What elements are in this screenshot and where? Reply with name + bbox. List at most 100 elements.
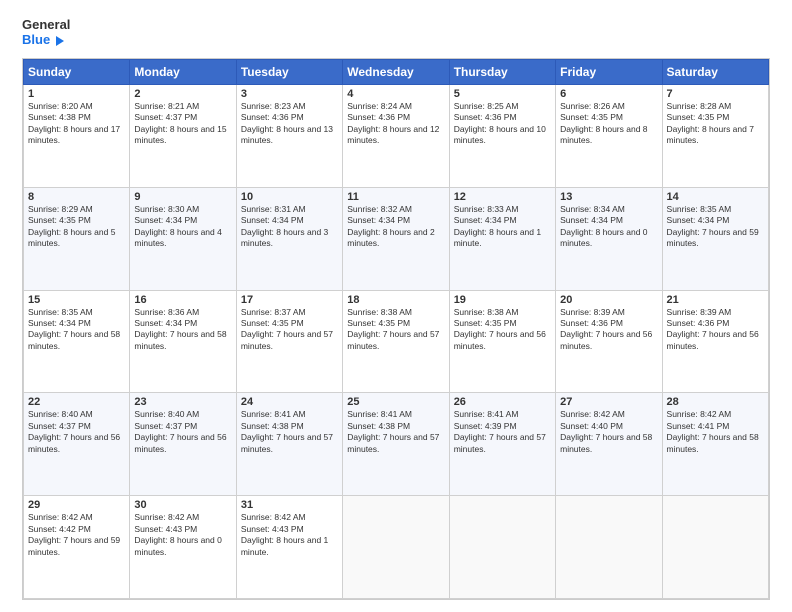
day-number: 16 — [134, 294, 231, 306]
cell-info: Sunrise: 8:21 AM Sunset: 4:37 PM Dayligh… — [134, 101, 231, 147]
cell-info: Sunrise: 8:25 AM Sunset: 4:36 PM Dayligh… — [454, 101, 551, 147]
cell-info: Sunrise: 8:37 AM Sunset: 4:35 PM Dayligh… — [241, 307, 338, 353]
day-number: 22 — [28, 396, 125, 408]
day-number: 28 — [667, 396, 764, 408]
cell-info: Sunrise: 8:41 AM Sunset: 4:38 PM Dayligh… — [241, 409, 338, 455]
day-number: 5 — [454, 88, 551, 100]
calendar-day-cell: 18 Sunrise: 8:38 AM Sunset: 4:35 PM Dayl… — [343, 290, 449, 393]
calendar-day-cell: 24 Sunrise: 8:41 AM Sunset: 4:38 PM Dayl… — [236, 393, 342, 496]
calendar-day-cell: 29 Sunrise: 8:42 AM Sunset: 4:42 PM Dayl… — [24, 496, 130, 599]
cell-info: Sunrise: 8:42 AM Sunset: 4:41 PM Dayligh… — [667, 409, 764, 455]
calendar-day-cell: 6 Sunrise: 8:26 AM Sunset: 4:35 PM Dayli… — [556, 84, 662, 187]
day-number: 20 — [560, 294, 657, 306]
day-number: 24 — [241, 396, 338, 408]
calendar-day-cell: 12 Sunrise: 8:33 AM Sunset: 4:34 PM Dayl… — [449, 187, 555, 290]
cell-info: Sunrise: 8:20 AM Sunset: 4:38 PM Dayligh… — [28, 101, 125, 147]
calendar-day-cell: 14 Sunrise: 8:35 AM Sunset: 4:34 PM Dayl… — [662, 187, 768, 290]
calendar-day-cell: 27 Sunrise: 8:42 AM Sunset: 4:40 PM Dayl… — [556, 393, 662, 496]
day-number: 29 — [28, 499, 125, 511]
calendar-day-cell: 15 Sunrise: 8:35 AM Sunset: 4:34 PM Dayl… — [24, 290, 130, 393]
day-number: 4 — [347, 88, 444, 100]
calendar-day-cell: 21 Sunrise: 8:39 AM Sunset: 4:36 PM Dayl… — [662, 290, 768, 393]
calendar-day-cell — [449, 496, 555, 599]
calendar-day-cell: 20 Sunrise: 8:39 AM Sunset: 4:36 PM Dayl… — [556, 290, 662, 393]
calendar: SundayMondayTuesdayWednesdayThursdayFrid… — [22, 58, 770, 600]
calendar-day-cell: 11 Sunrise: 8:32 AM Sunset: 4:34 PM Dayl… — [343, 187, 449, 290]
cell-info: Sunrise: 8:38 AM Sunset: 4:35 PM Dayligh… — [347, 307, 444, 353]
calendar-day-cell: 13 Sunrise: 8:34 AM Sunset: 4:34 PM Dayl… — [556, 187, 662, 290]
cell-info: Sunrise: 8:39 AM Sunset: 4:36 PM Dayligh… — [667, 307, 764, 353]
day-number: 25 — [347, 396, 444, 408]
day-number: 19 — [454, 294, 551, 306]
calendar-day-cell: 25 Sunrise: 8:41 AM Sunset: 4:38 PM Dayl… — [343, 393, 449, 496]
cell-info: Sunrise: 8:30 AM Sunset: 4:34 PM Dayligh… — [134, 204, 231, 250]
calendar-day-cell: 10 Sunrise: 8:31 AM Sunset: 4:34 PM Dayl… — [236, 187, 342, 290]
page: General Blue SundayMondayTuesdayWednesda… — [0, 0, 792, 612]
cell-info: Sunrise: 8:33 AM Sunset: 4:34 PM Dayligh… — [454, 204, 551, 250]
day-number: 13 — [560, 191, 657, 203]
day-number: 6 — [560, 88, 657, 100]
calendar-day-cell: 3 Sunrise: 8:23 AM Sunset: 4:36 PM Dayli… — [236, 84, 342, 187]
calendar-day-cell: 16 Sunrise: 8:36 AM Sunset: 4:34 PM Dayl… — [130, 290, 236, 393]
cell-info: Sunrise: 8:39 AM Sunset: 4:36 PM Dayligh… — [560, 307, 657, 353]
calendar-day-cell: 7 Sunrise: 8:28 AM Sunset: 4:35 PM Dayli… — [662, 84, 768, 187]
day-number: 15 — [28, 294, 125, 306]
logo: General Blue — [22, 18, 70, 48]
calendar-day-cell — [662, 496, 768, 599]
calendar-day-cell: 30 Sunrise: 8:42 AM Sunset: 4:43 PM Dayl… — [130, 496, 236, 599]
day-number: 21 — [667, 294, 764, 306]
calendar-day-header: Sunday — [24, 59, 130, 84]
calendar-day-cell — [343, 496, 449, 599]
calendar-day-cell: 22 Sunrise: 8:40 AM Sunset: 4:37 PM Dayl… — [24, 393, 130, 496]
cell-info: Sunrise: 8:35 AM Sunset: 4:34 PM Dayligh… — [667, 204, 764, 250]
calendar-day-header: Friday — [556, 59, 662, 84]
cell-info: Sunrise: 8:29 AM Sunset: 4:35 PM Dayligh… — [28, 204, 125, 250]
calendar-day-cell: 8 Sunrise: 8:29 AM Sunset: 4:35 PM Dayli… — [24, 187, 130, 290]
calendar-week-row: 22 Sunrise: 8:40 AM Sunset: 4:37 PM Dayl… — [24, 393, 769, 496]
calendar-day-cell: 4 Sunrise: 8:24 AM Sunset: 4:36 PM Dayli… — [343, 84, 449, 187]
cell-info: Sunrise: 8:23 AM Sunset: 4:36 PM Dayligh… — [241, 101, 338, 147]
calendar-day-cell: 5 Sunrise: 8:25 AM Sunset: 4:36 PM Dayli… — [449, 84, 555, 187]
calendar-day-cell: 28 Sunrise: 8:42 AM Sunset: 4:41 PM Dayl… — [662, 393, 768, 496]
day-number: 17 — [241, 294, 338, 306]
cell-info: Sunrise: 8:42 AM Sunset: 4:43 PM Dayligh… — [134, 512, 231, 558]
calendar-day-cell — [556, 496, 662, 599]
day-number: 1 — [28, 88, 125, 100]
header: General Blue — [22, 18, 770, 48]
day-number: 8 — [28, 191, 125, 203]
day-number: 2 — [134, 88, 231, 100]
calendar-week-row: 1 Sunrise: 8:20 AM Sunset: 4:38 PM Dayli… — [24, 84, 769, 187]
cell-info: Sunrise: 8:26 AM Sunset: 4:35 PM Dayligh… — [560, 101, 657, 147]
cell-info: Sunrise: 8:40 AM Sunset: 4:37 PM Dayligh… — [134, 409, 231, 455]
day-number: 10 — [241, 191, 338, 203]
calendar-day-header: Monday — [130, 59, 236, 84]
day-number: 9 — [134, 191, 231, 203]
day-number: 30 — [134, 499, 231, 511]
calendar-day-cell: 17 Sunrise: 8:37 AM Sunset: 4:35 PM Dayl… — [236, 290, 342, 393]
day-number: 11 — [347, 191, 444, 203]
cell-info: Sunrise: 8:32 AM Sunset: 4:34 PM Dayligh… — [347, 204, 444, 250]
day-number: 26 — [454, 396, 551, 408]
cell-info: Sunrise: 8:40 AM Sunset: 4:37 PM Dayligh… — [28, 409, 125, 455]
calendar-day-cell: 19 Sunrise: 8:38 AM Sunset: 4:35 PM Dayl… — [449, 290, 555, 393]
cell-info: Sunrise: 8:35 AM Sunset: 4:34 PM Dayligh… — [28, 307, 125, 353]
cell-info: Sunrise: 8:42 AM Sunset: 4:40 PM Dayligh… — [560, 409, 657, 455]
cell-info: Sunrise: 8:41 AM Sunset: 4:38 PM Dayligh… — [347, 409, 444, 455]
day-number: 23 — [134, 396, 231, 408]
calendar-week-row: 15 Sunrise: 8:35 AM Sunset: 4:34 PM Dayl… — [24, 290, 769, 393]
logo-text: General Blue — [22, 18, 70, 48]
calendar-body: 1 Sunrise: 8:20 AM Sunset: 4:38 PM Dayli… — [24, 84, 769, 598]
calendar-day-header: Saturday — [662, 59, 768, 84]
calendar-day-cell: 26 Sunrise: 8:41 AM Sunset: 4:39 PM Dayl… — [449, 393, 555, 496]
calendar-day-header: Thursday — [449, 59, 555, 84]
calendar-day-cell: 31 Sunrise: 8:42 AM Sunset: 4:43 PM Dayl… — [236, 496, 342, 599]
day-number: 12 — [454, 191, 551, 203]
cell-info: Sunrise: 8:31 AM Sunset: 4:34 PM Dayligh… — [241, 204, 338, 250]
day-number: 31 — [241, 499, 338, 511]
day-number: 7 — [667, 88, 764, 100]
calendar-day-cell: 9 Sunrise: 8:30 AM Sunset: 4:34 PM Dayli… — [130, 187, 236, 290]
cell-info: Sunrise: 8:34 AM Sunset: 4:34 PM Dayligh… — [560, 204, 657, 250]
calendar-week-row: 29 Sunrise: 8:42 AM Sunset: 4:42 PM Dayl… — [24, 496, 769, 599]
cell-info: Sunrise: 8:24 AM Sunset: 4:36 PM Dayligh… — [347, 101, 444, 147]
calendar-day-cell: 1 Sunrise: 8:20 AM Sunset: 4:38 PM Dayli… — [24, 84, 130, 187]
